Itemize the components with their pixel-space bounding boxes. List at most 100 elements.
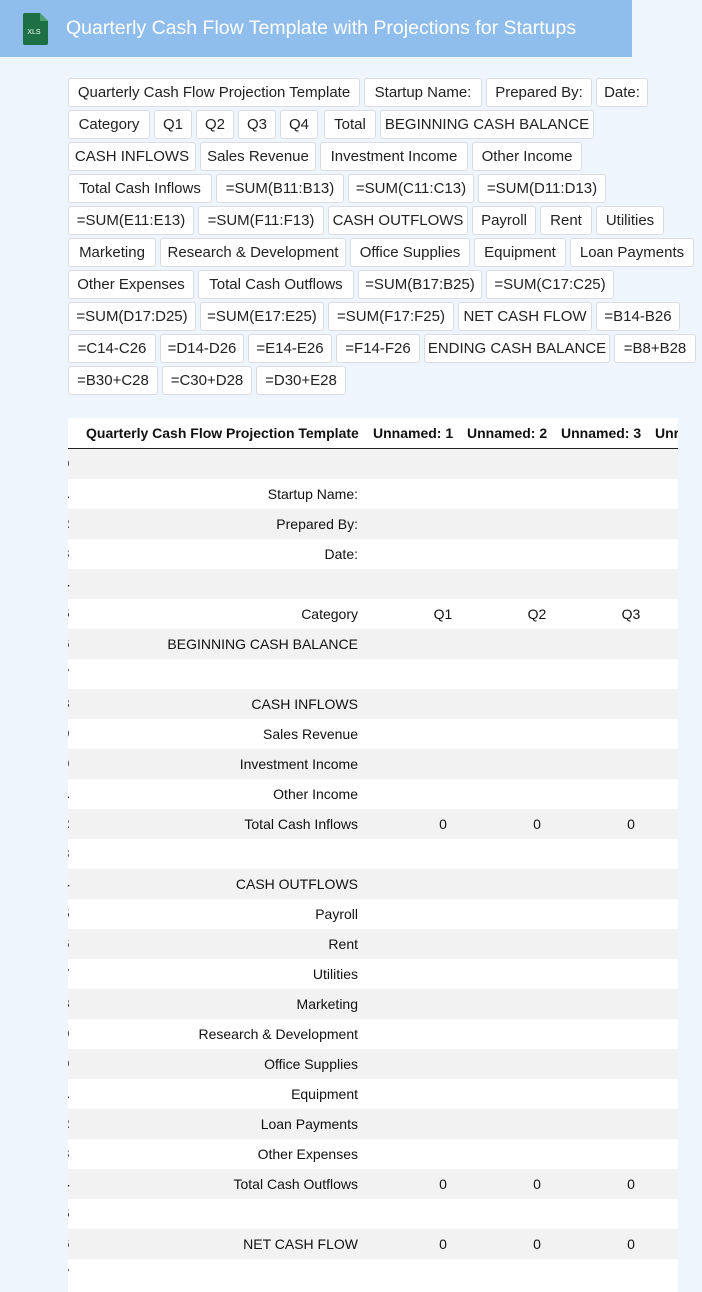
row-label: Total Cash Inflows — [244, 816, 358, 832]
table-row: 4 — [68, 569, 678, 599]
column-chip: =SUM(D11:D13) — [478, 174, 606, 203]
column-chip: Total Cash Outflows — [198, 270, 354, 299]
column-chip: =SUM(B11:B13) — [216, 174, 344, 203]
column-header[interactable]: Unnamed: 3 — [561, 425, 641, 441]
cell-value: 0 — [439, 1176, 447, 1192]
column-chip: BEGINNING CASH BALANCE — [380, 110, 594, 139]
svg-text:XLS: XLS — [27, 29, 41, 36]
row-index: 2 — [68, 1116, 72, 1131]
row-label: CASH OUTFLOWS — [235, 876, 358, 892]
table-row: 7 Utilities — [68, 959, 678, 989]
row-label: Other Expenses — [257, 1146, 358, 1162]
row-index: 8 — [68, 996, 72, 1011]
row-label: Loan Payments — [260, 1116, 358, 1132]
table-row: 5 Payroll — [68, 899, 678, 929]
column-chip: Total Cash Inflows — [68, 174, 212, 203]
row-index: 8 — [68, 696, 72, 711]
row-index: 1 — [68, 1086, 72, 1101]
column-chip: Sales Revenue — [200, 142, 316, 171]
column-header[interactable]: Unnamed: 1 — [373, 425, 453, 441]
column-chip: =B30+C28 — [68, 366, 158, 395]
row-index: 4 — [68, 876, 72, 891]
row-index: 7 — [68, 666, 72, 681]
column-chip: Payroll — [472, 206, 536, 235]
row-label: Payroll — [315, 906, 358, 922]
row-index: 7 — [68, 966, 72, 981]
row-index: 6 — [68, 936, 72, 951]
row-index: 1 — [68, 786, 72, 801]
cell-value: 0 — [627, 1176, 635, 1192]
column-chip: Q4 — [280, 110, 318, 139]
column-chip: Other Expenses — [68, 270, 194, 299]
column-chip: Q1 — [154, 110, 192, 139]
row-label: Marketing — [296, 996, 358, 1012]
column-header[interactable]: Unnamed: 2 — [467, 425, 547, 441]
row-index: 4 — [68, 576, 72, 591]
row-label: Sales Revenue — [263, 726, 358, 742]
table-row: 6 Rent — [68, 929, 678, 959]
row-index: 1 — [68, 486, 72, 501]
table-row: 7 — [68, 659, 678, 689]
row-index: 0 — [68, 1056, 72, 1071]
column-chip: Other Income — [472, 142, 582, 171]
column-chip: =SUM(F11:F13) — [198, 206, 324, 235]
column-chip: ENDING CASH BALANCE — [424, 334, 610, 363]
table-row: 0 — [68, 449, 678, 479]
column-chip: Equipment — [474, 238, 566, 267]
row-index: 5 — [68, 906, 72, 921]
table-row: 9 Research & Development — [68, 1019, 678, 1049]
table-header-row: Quarterly Cash Flow Projection Template … — [68, 418, 678, 449]
column-chip: =B14-B26 — [596, 302, 680, 331]
row-index: 5 — [68, 1206, 72, 1221]
column-chip: Rent — [540, 206, 592, 235]
column-chip: =SUM(C17:C25) — [486, 270, 614, 299]
row-index: 4 — [68, 1176, 72, 1191]
row-label: Office Supplies — [264, 1056, 358, 1072]
table-row: 5 Category Q1 Q2 Q3 — [68, 599, 678, 629]
row-label: Equipment — [291, 1086, 358, 1102]
row-label: Research & Development — [198, 1026, 358, 1042]
table-row: 4 CASH OUTFLOWS — [68, 869, 678, 899]
cell-value: 0 — [627, 1236, 635, 1252]
table-row: 8 Marketing — [68, 989, 678, 1019]
column-chip: =SUM(D17:D25) — [68, 302, 196, 331]
column-header[interactable]: Quarterly Cash Flow Projection Template — [86, 425, 359, 441]
column-chip: =E14-E26 — [248, 334, 332, 363]
table-row: 6 BEGINNING CASH BALANCE — [68, 629, 678, 659]
app-header: XLS Quarterly Cash Flow Template with Pr… — [0, 0, 632, 57]
cell-value: Q1 — [433, 606, 453, 622]
row-index: 3 — [68, 1146, 72, 1161]
column-chip: Total — [324, 110, 376, 139]
column-header[interactable]: Unr — [655, 425, 678, 441]
row-index: 2 — [68, 816, 72, 831]
row-index: 6 — [68, 1236, 72, 1251]
row-label: Other Income — [273, 786, 358, 802]
table-row: 2 Prepared By: — [68, 509, 678, 539]
row-label: Investment Income — [239, 756, 358, 772]
row-index: 2 — [68, 516, 72, 531]
column-chip: =SUM(C11:C13) — [348, 174, 474, 203]
cell-value: Q2 — [527, 606, 547, 622]
cell-value: 0 — [533, 816, 541, 832]
table-row: 2 Loan Payments — [68, 1109, 678, 1139]
column-chip: Q2 — [196, 110, 234, 139]
row-label: Category — [301, 606, 358, 622]
table-row: 1 Other Income — [68, 779, 678, 809]
table-row: 1 Startup Name: — [68, 479, 678, 509]
column-chip: =D14-D26 — [160, 334, 244, 363]
column-chip: =C30+D28 — [162, 366, 252, 395]
column-chip: =SUM(B17:B25) — [358, 270, 482, 299]
spreadsheet-preview[interactable]: Quarterly Cash Flow Projection Template … — [68, 418, 678, 1292]
column-chip: =SUM(E17:E25) — [200, 302, 324, 331]
table-row: 4 Total Cash Outflows 0 0 0 — [68, 1169, 678, 1199]
row-index: 6 — [68, 636, 72, 651]
column-chip: CASH OUTFLOWS — [328, 206, 468, 235]
cell-value: 0 — [533, 1176, 541, 1192]
table-row: 6 NET CASH FLOW 0 0 0 — [68, 1229, 678, 1259]
row-index: 0 — [68, 456, 72, 471]
column-chip: Prepared By: — [486, 78, 592, 107]
column-chip: Office Supplies — [350, 238, 470, 267]
row-index: 9 — [68, 1026, 72, 1041]
row-index: 3 — [68, 846, 72, 861]
column-chip: NET CASH FLOW — [458, 302, 592, 331]
